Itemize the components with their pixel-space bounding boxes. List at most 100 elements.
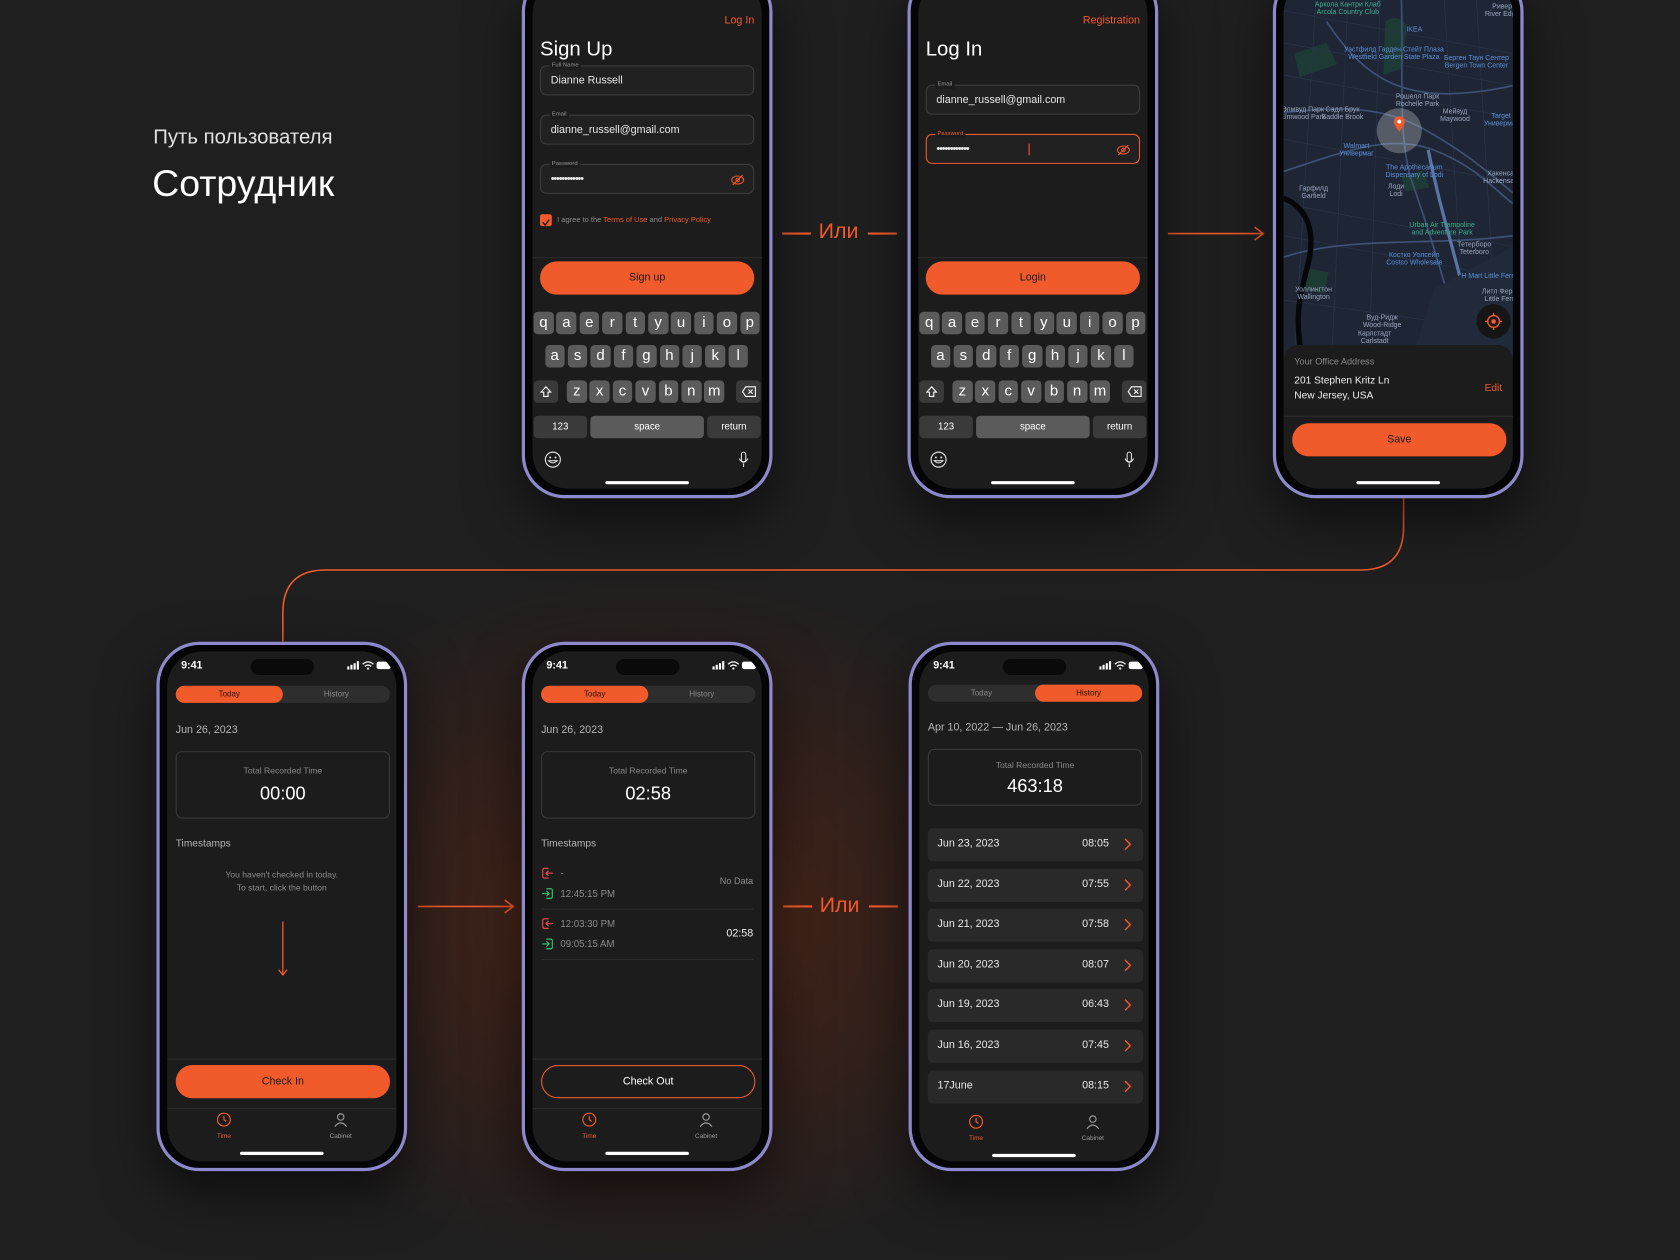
crosshair-icon — [1485, 312, 1503, 331]
space-key[interactable]: space — [590, 415, 704, 439]
key-f[interactable]: f — [613, 345, 634, 368]
tab-cabinet[interactable]: Cabinet — [1071, 1114, 1114, 1142]
key-r[interactable]: r — [988, 311, 1008, 335]
tab-time[interactable]: Time — [203, 1112, 246, 1140]
key-v[interactable]: v — [635, 380, 656, 403]
tab-today[interactable]: Today — [175, 685, 283, 703]
or-label: Или — [819, 893, 860, 918]
key-e[interactable]: e — [965, 311, 985, 335]
key-u[interactable]: u — [1056, 311, 1077, 335]
history-item[interactable]: Jun 21, 2023 07:58 — [927, 908, 1144, 942]
key-p[interactable]: p — [1125, 311, 1146, 335]
home-indicator — [605, 1151, 689, 1156]
key-n[interactable]: n — [681, 380, 702, 403]
key-l[interactable]: l — [1113, 345, 1134, 368]
key-l[interactable]: l — [728, 345, 749, 368]
key-x[interactable]: x — [975, 380, 996, 403]
key-p[interactable]: p — [739, 311, 760, 335]
edit-address-link[interactable]: Edit — [1485, 383, 1503, 395]
check-out-button[interactable]: Check Out — [541, 1065, 756, 1099]
tab-cabinet[interactable]: Cabinet — [319, 1112, 362, 1140]
key-i[interactable]: i — [1079, 311, 1100, 335]
map-label-local: Гарфилд — [1299, 185, 1329, 193]
key-o[interactable]: o — [716, 311, 737, 335]
tab-today[interactable]: Today — [928, 685, 1035, 702]
key-h[interactable]: h — [659, 345, 680, 368]
map-label: TargetУнивермаг — [1484, 113, 1513, 128]
key-a[interactable]: a — [930, 345, 951, 368]
check-in-button[interactable]: Check In — [175, 1065, 391, 1099]
tab-today[interactable]: Today — [541, 685, 649, 703]
key-k[interactable]: k — [705, 345, 726, 368]
emoji-icon[interactable] — [930, 451, 947, 468]
location-pin-icon[interactable] — [1393, 116, 1406, 133]
numbers-key[interactable]: 123 — [919, 415, 973, 439]
flow-connector-path — [282, 498, 1405, 642]
history-item[interactable]: 17June 08:15 — [927, 1069, 1144, 1104]
key-v[interactable]: v — [1021, 380, 1042, 403]
key-g[interactable]: g — [1022, 345, 1043, 368]
key-q[interactable]: q — [919, 311, 940, 335]
key-j[interactable]: j — [682, 345, 703, 368]
tab-cabinet[interactable]: Cabinet — [685, 1112, 728, 1140]
history-item[interactable]: Jun 22, 2023 07:55 — [927, 868, 1144, 902]
key-k[interactable]: k — [1091, 345, 1111, 368]
key-d[interactable]: d — [976, 345, 997, 368]
key-a[interactable]: a — [556, 311, 577, 335]
key-f[interactable]: f — [999, 345, 1020, 368]
microphone-icon[interactable] — [1124, 451, 1135, 468]
key-y[interactable]: y — [1033, 311, 1054, 335]
key-m[interactable]: m — [1090, 380, 1110, 403]
history-item[interactable]: Jun 16, 2023 07:45 — [927, 1029, 1144, 1063]
tab-history[interactable]: History — [283, 686, 390, 703]
tab-history[interactable]: History — [648, 686, 755, 703]
shift-key[interactable] — [919, 380, 944, 403]
key-s[interactable]: s — [567, 345, 588, 368]
key-j[interactable]: j — [1068, 345, 1088, 368]
return-key[interactable]: return — [1092, 415, 1147, 439]
key-a[interactable]: a — [544, 345, 565, 368]
save-button[interactable]: Save — [1292, 423, 1507, 457]
key-u[interactable]: u — [671, 311, 691, 335]
key-e[interactable]: e — [579, 311, 600, 335]
key-z[interactable]: z — [952, 380, 973, 403]
emoji-icon[interactable] — [544, 451, 561, 468]
history-item[interactable]: Jun 23, 2023 08:05 — [927, 828, 1144, 862]
key-s[interactable]: s — [953, 345, 974, 368]
key-y[interactable]: y — [648, 311, 669, 335]
backspace-key[interactable] — [736, 380, 761, 403]
backspace-key[interactable] — [1121, 380, 1147, 403]
key-t[interactable]: t — [1010, 311, 1031, 335]
tab-history[interactable]: History — [1035, 684, 1143, 702]
key-b[interactable]: b — [1044, 380, 1065, 403]
shift-key[interactable] — [533, 380, 559, 403]
key-c[interactable]: c — [612, 380, 633, 403]
key-t[interactable]: t — [625, 311, 646, 335]
tab-time[interactable]: Time — [568, 1112, 611, 1140]
key-n[interactable]: n — [1067, 380, 1087, 403]
key-d[interactable]: d — [590, 345, 611, 368]
space-key[interactable]: space — [976, 415, 1090, 439]
history-item[interactable]: Jun 19, 2023 06:43 — [927, 989, 1144, 1023]
key-b[interactable]: b — [658, 380, 679, 403]
history-item[interactable]: Jun 20, 2023 08:07 — [927, 949, 1144, 983]
microphone-icon[interactable] — [738, 451, 749, 468]
key-r[interactable]: r — [602, 311, 623, 335]
key-x[interactable]: x — [589, 380, 610, 403]
key-c[interactable]: c — [998, 380, 1019, 403]
total-time-label: Total Recorded Time — [995, 760, 1075, 771]
key-m[interactable]: m — [704, 380, 725, 403]
key-q[interactable]: q — [533, 311, 554, 335]
map-label-local: Уоллингтон — [1295, 286, 1333, 294]
map[interactable]: Арколa Кантри Клаб Arcola Country Club Рив… — [1283, 0, 1513, 361]
key-z[interactable]: z — [566, 380, 587, 403]
tab-time[interactable]: Time — [955, 1114, 998, 1142]
numbers-key[interactable]: 123 — [533, 415, 588, 439]
key-o[interactable]: o — [1102, 311, 1123, 335]
key-g[interactable]: g — [636, 345, 657, 368]
locate-me-button[interactable] — [1476, 304, 1511, 339]
key-h[interactable]: h — [1045, 345, 1066, 368]
key-a[interactable]: a — [942, 311, 963, 335]
return-key[interactable]: return — [707, 415, 761, 439]
key-i[interactable]: i — [694, 311, 714, 335]
